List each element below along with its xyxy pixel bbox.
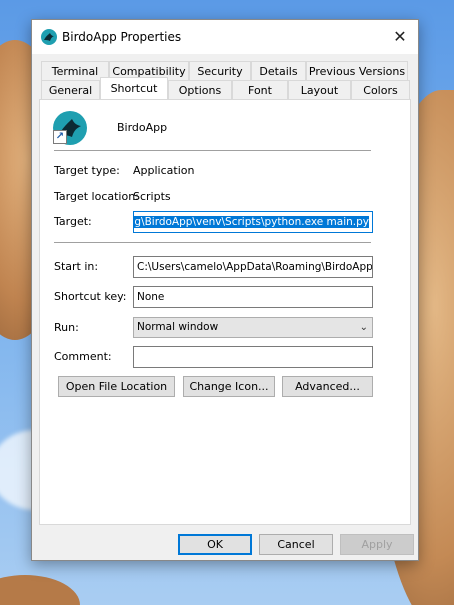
tab-colors[interactable]: Colors	[351, 80, 410, 99]
title-bar: BirdoApp Properties ✕	[32, 20, 418, 54]
tab-font[interactable]: Font	[232, 80, 288, 99]
target-location-label: Target location:	[54, 190, 139, 203]
start-in-label: Start in:	[54, 260, 99, 273]
run-label: Run:	[54, 321, 79, 334]
shortcut-key-label: Shortcut key:	[54, 290, 127, 303]
run-select-value: Normal window	[137, 321, 219, 333]
advanced-button[interactable]: Advanced...	[282, 376, 373, 397]
app-name: BirdoApp	[117, 121, 168, 134]
window-title: BirdoApp Properties	[62, 30, 182, 44]
tab-layout[interactable]: Layout	[288, 80, 351, 99]
bird-app-icon	[41, 29, 57, 45]
chevron-down-icon: ⌄	[359, 322, 368, 333]
properties-dialog: BirdoApp Properties ✕ Terminal Compatibi…	[31, 19, 419, 561]
close-icon[interactable]: ✕	[388, 26, 412, 48]
comment-label: Comment:	[54, 350, 112, 363]
shortcut-panel: ↗ BirdoApp Target type: Application Targ…	[39, 99, 411, 525]
target-type-label: Target type:	[54, 164, 120, 177]
tab-shortcut[interactable]: Shortcut	[100, 77, 168, 99]
cancel-button[interactable]: Cancel	[259, 534, 333, 555]
target-input-value: ming\BirdoApp\venv\Scripts\python.exe ma…	[134, 216, 369, 228]
target-type-value: Application	[133, 164, 195, 177]
tab-previous-versions[interactable]: Previous Versions	[306, 61, 408, 80]
tab-terminal[interactable]: Terminal	[41, 61, 109, 80]
target-label: Target:	[54, 215, 92, 228]
run-select[interactable]: Normal window ⌄	[133, 317, 373, 338]
open-file-location-button[interactable]: Open File Location	[58, 376, 175, 397]
shortcut-key-input[interactable]: None	[133, 286, 373, 308]
ok-button[interactable]: OK	[178, 534, 252, 555]
tab-general[interactable]: General	[41, 80, 100, 99]
apply-button[interactable]: Apply	[340, 534, 414, 555]
tab-options[interactable]: Options	[168, 80, 232, 99]
tab-security[interactable]: Security	[189, 61, 251, 80]
divider	[54, 150, 371, 152]
tab-details[interactable]: Details	[251, 61, 306, 80]
divider	[54, 242, 371, 244]
change-icon-button[interactable]: Change Icon...	[183, 376, 275, 397]
shortcut-arrow-icon: ↗	[53, 130, 67, 144]
target-location-value: Scripts	[133, 190, 171, 203]
comment-input[interactable]	[133, 346, 373, 368]
start-in-input[interactable]: C:\Users\camelo\AppData\Roaming\BirdoApp	[133, 256, 373, 278]
target-input[interactable]: ming\BirdoApp\venv\Scripts\python.exe ma…	[133, 211, 373, 233]
